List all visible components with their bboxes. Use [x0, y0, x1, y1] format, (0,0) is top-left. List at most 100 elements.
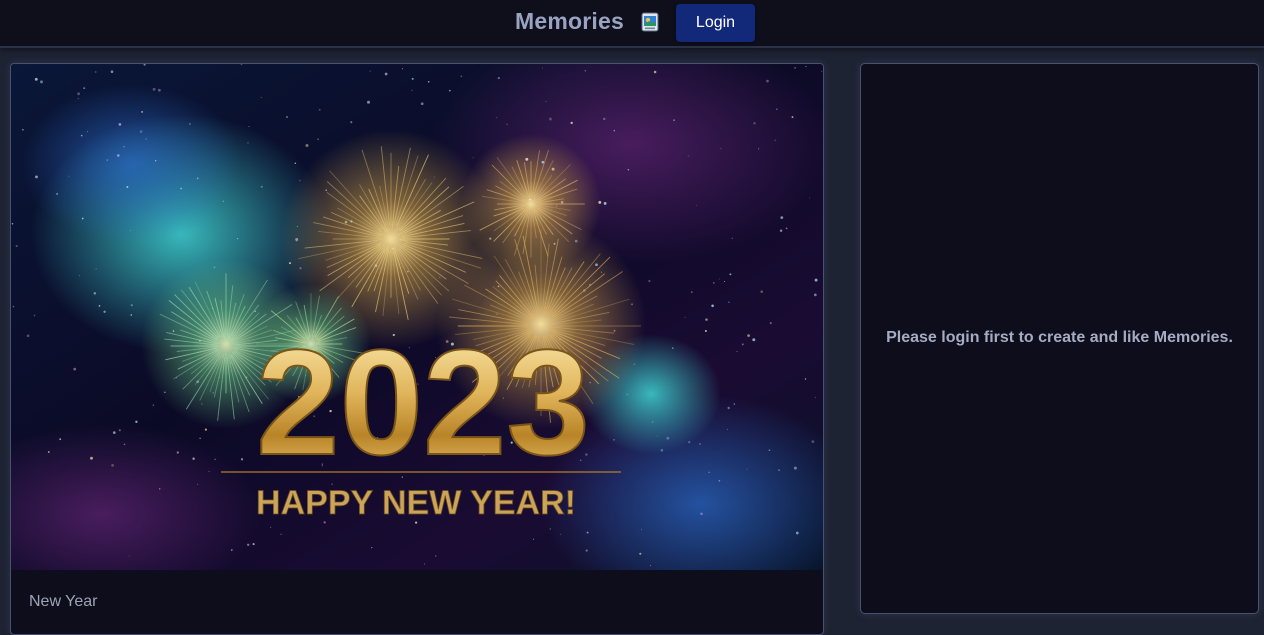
spark-dot — [489, 237, 492, 240]
spark-dot — [791, 116, 794, 119]
spark-dot — [152, 87, 156, 91]
spark-dot — [139, 130, 143, 133]
spark-dot — [639, 552, 642, 555]
app-title[interactable]: Memories — [515, 8, 624, 35]
spark-dot — [367, 100, 370, 104]
spark-dot — [145, 138, 147, 140]
spark-dot — [230, 362, 232, 364]
spark-dot — [11, 223, 14, 225]
spark-dot — [497, 285, 500, 288]
spark-dot — [666, 436, 670, 440]
spark-dot — [427, 80, 430, 83]
spark-dot — [506, 123, 508, 125]
spark-dot — [172, 330, 175, 332]
spark-dot — [344, 220, 348, 224]
spark-dot — [688, 440, 691, 444]
spark-dot — [570, 121, 573, 125]
spark-dot — [106, 159, 109, 161]
spark-dot — [496, 116, 498, 118]
spark-dot — [705, 318, 708, 321]
spark-dot — [704, 330, 707, 332]
spark-dot — [33, 314, 36, 317]
spark-dot — [728, 301, 730, 303]
spark-dot — [774, 139, 776, 142]
spark-dot — [103, 310, 106, 313]
spark-dot — [154, 159, 157, 162]
spark-dot — [813, 293, 817, 297]
memories-photo-icon[interactable] — [641, 12, 659, 32]
spark-dot — [760, 290, 764, 294]
spark-dot — [724, 281, 726, 282]
spark-dot — [758, 148, 760, 150]
spark-dot — [214, 458, 216, 460]
spark-dot — [197, 483, 199, 485]
spark-dot — [280, 533, 282, 536]
spark-dot — [698, 442, 701, 446]
spark-dot — [768, 449, 771, 452]
spark-dot — [35, 175, 38, 179]
spark-dot — [529, 198, 531, 201]
spark-dot — [12, 305, 15, 308]
spark-dot — [727, 406, 730, 410]
spark-dot — [260, 96, 262, 98]
spark-dot — [727, 428, 728, 430]
spark-dot — [533, 538, 534, 540]
spark-dot — [779, 229, 783, 232]
spark-dot — [805, 66, 807, 68]
spark-dot — [135, 420, 138, 423]
new-year-fireworks-image[interactable]: 2023 HAPPY NEW YEAR! — [11, 64, 823, 570]
spark-dot — [548, 117, 552, 121]
spark-dot — [196, 177, 199, 180]
spark-dot — [785, 227, 788, 230]
spark-dot — [673, 119, 675, 121]
spark-dot — [553, 242, 556, 245]
spark-dot — [729, 273, 732, 276]
spark-dot — [541, 67, 543, 69]
spark-dot — [325, 189, 327, 192]
spark-dot — [230, 549, 233, 551]
spark-dot — [192, 457, 195, 460]
spark-dot — [93, 292, 97, 295]
image-greeting-text: HAPPY NEW YEAR! — [256, 484, 576, 522]
spark-dot — [240, 458, 244, 461]
spark-dot — [189, 123, 191, 125]
spark-dot — [252, 543, 255, 546]
spark-dot — [720, 148, 722, 149]
spark-dot — [164, 391, 166, 393]
spark-dot — [246, 543, 250, 547]
spark-dot — [545, 101, 547, 103]
spark-dot — [56, 192, 59, 195]
spark-dot — [651, 421, 654, 423]
spark-dot — [776, 108, 778, 110]
spark-dot — [110, 70, 114, 73]
spark-dot — [299, 179, 301, 182]
spark-dot — [15, 245, 18, 248]
spark-dot — [79, 275, 81, 277]
spark-dot — [574, 239, 578, 243]
spark-dot — [123, 146, 125, 148]
spark-dot — [68, 175, 70, 177]
login-button[interactable]: Login — [676, 4, 755, 42]
spark-dot — [496, 313, 498, 315]
spark-dot — [649, 565, 651, 567]
spark-dot — [804, 378, 807, 380]
spark-dot — [77, 98, 79, 100]
spark-dot — [708, 471, 710, 473]
spark-dot — [460, 75, 463, 77]
spark-dot — [656, 435, 658, 437]
spark-dot — [631, 303, 633, 306]
spark-dot — [613, 439, 615, 441]
spark-dot — [318, 108, 321, 111]
spark-dot — [34, 77, 38, 81]
spark-dot — [633, 363, 635, 365]
spark-dot — [556, 205, 558, 207]
spark-dot — [128, 555, 130, 557]
spark-dot — [560, 200, 564, 204]
spark-dot — [59, 438, 62, 441]
spark-dot — [641, 528, 643, 530]
spark-dot — [766, 79, 769, 83]
spark-dot — [112, 431, 116, 434]
spark-dot — [733, 403, 736, 405]
spark-dot — [747, 334, 750, 337]
spark-dot — [86, 131, 88, 133]
